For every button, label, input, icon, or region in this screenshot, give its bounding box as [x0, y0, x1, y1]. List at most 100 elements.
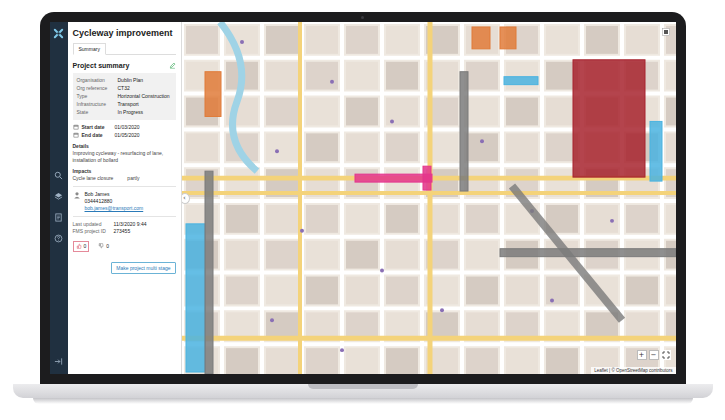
collapse-button[interactable]: ‹	[182, 193, 190, 204]
map-block	[466, 133, 498, 161]
map-block	[186, 26, 218, 54]
map-canvas[interactable]	[182, 22, 676, 374]
map-block	[266, 241, 298, 269]
project-overlay[interactable]	[500, 27, 516, 49]
field-row: Infrastructure Transport	[77, 101, 172, 108]
map-block	[666, 62, 676, 90]
poi-marker[interactable]	[390, 119, 394, 123]
project-overlay[interactable]	[460, 72, 468, 191]
person-icon	[73, 191, 81, 199]
meta-value: 11/3/2020 9:44	[114, 221, 147, 228]
logo-icon[interactable]	[53, 28, 64, 39]
map-block	[546, 26, 578, 54]
date-label: Start date	[82, 124, 112, 131]
poi-marker[interactable]	[240, 40, 244, 44]
help-icon	[54, 234, 63, 243]
map-block	[266, 205, 298, 233]
poi-marker[interactable]	[480, 139, 484, 143]
impacts: Impacts Cycle lane closure partly	[73, 168, 176, 182]
poi-marker[interactable]	[300, 229, 304, 233]
map-block	[626, 205, 658, 233]
field-label: Org reference	[77, 85, 115, 92]
poi-marker[interactable]	[550, 298, 554, 302]
map-attribution: Leaflet | © OpenStreetMap contributors	[591, 367, 675, 374]
laptop-frame: Cycleway improvement Summary Project sum…	[40, 12, 686, 384]
map-block	[226, 348, 258, 374]
map-block	[506, 62, 538, 90]
map-block	[346, 62, 378, 90]
nav-item[interactable]	[53, 190, 65, 202]
dates: Start date 01/03/2020 End date 01/05/202…	[73, 124, 176, 139]
details: Details Improving cycleway - resurfacing…	[73, 143, 176, 164]
project-overlay[interactable]	[186, 224, 205, 372]
street	[660, 22, 664, 374]
project-overlay[interactable]	[355, 174, 432, 182]
nav-item[interactable]	[53, 211, 65, 223]
poi-marker[interactable]	[270, 318, 274, 322]
project-overlay[interactable]	[423, 166, 431, 190]
map-block	[226, 277, 258, 305]
map-block	[666, 98, 676, 126]
map-block	[266, 62, 298, 90]
field-value: Transport	[118, 101, 139, 108]
map[interactable]: ‹ +− Leaflet | © OpenStreetMap contribut…	[182, 22, 676, 374]
project-overlay[interactable]	[205, 72, 221, 117]
project-overlay[interactable]	[512, 186, 622, 320]
river	[220, 22, 257, 171]
poi-marker[interactable]	[610, 219, 614, 223]
counter-button[interactable]: 0	[73, 241, 90, 252]
poi-marker[interactable]	[340, 348, 344, 352]
map-block	[386, 133, 418, 161]
project-overlay[interactable]	[205, 171, 213, 374]
date-row: End date 01/05/2020	[73, 132, 176, 139]
pencil-icon[interactable]	[169, 62, 176, 69]
fullscreen-icon[interactable]	[661, 350, 671, 360]
counters: 0 0	[73, 241, 176, 252]
map-block	[306, 241, 338, 269]
field-label: Organisation	[77, 77, 115, 84]
poi-marker[interactable]	[440, 308, 444, 312]
project-overlay[interactable]	[500, 249, 676, 257]
nav-items	[53, 169, 65, 357]
poi-marker[interactable]	[275, 149, 279, 153]
page: Cycleway improvement Summary Project sum…	[0, 0, 725, 420]
layers-icon	[54, 192, 63, 201]
zoom-button[interactable]: +	[637, 350, 647, 360]
field-row: State In Progress	[77, 109, 172, 116]
project-overlay[interactable]	[573, 60, 645, 177]
logout-icon[interactable]	[54, 357, 63, 366]
map-block	[546, 277, 578, 305]
map-block	[346, 205, 378, 233]
contact-email[interactable]: bob.james@transport.com	[85, 205, 144, 212]
project-overlay[interactable]	[650, 121, 662, 181]
base-notch	[308, 384, 418, 389]
multi-stage-button[interactable]: Make project multi stage	[111, 262, 175, 274]
nav-item[interactable]	[53, 169, 65, 181]
map-layers-icon[interactable]	[662, 28, 670, 36]
document-icon	[54, 213, 63, 222]
street	[340, 22, 344, 374]
counter-button[interactable]: 0	[95, 241, 112, 252]
map-block	[626, 277, 658, 305]
nav-rail	[50, 22, 68, 374]
poi-marker[interactable]	[330, 80, 334, 84]
field-row: Organisation Dublin Plan	[77, 77, 172, 84]
map-block	[546, 348, 578, 374]
nav-item[interactable]	[53, 232, 65, 244]
zoom-button[interactable]: −	[649, 350, 659, 360]
tab[interactable]: Summary	[73, 43, 106, 55]
project-title: Cycleway improvement	[73, 28, 176, 39]
impact-row: Cycle lane closure partly	[73, 175, 176, 182]
map-block	[306, 205, 338, 233]
map-block	[386, 98, 418, 126]
map-block	[306, 348, 338, 374]
poi-marker[interactable]	[380, 269, 384, 273]
project-overlay[interactable]	[472, 27, 490, 49]
map-block	[386, 62, 418, 90]
date-value: 01/03/2020	[115, 124, 140, 131]
camera-dot	[361, 16, 364, 19]
laptop-base	[13, 384, 713, 398]
contact-phone: 0344412880	[85, 198, 144, 205]
street	[260, 22, 264, 374]
project-overlay[interactable]	[504, 77, 538, 85]
